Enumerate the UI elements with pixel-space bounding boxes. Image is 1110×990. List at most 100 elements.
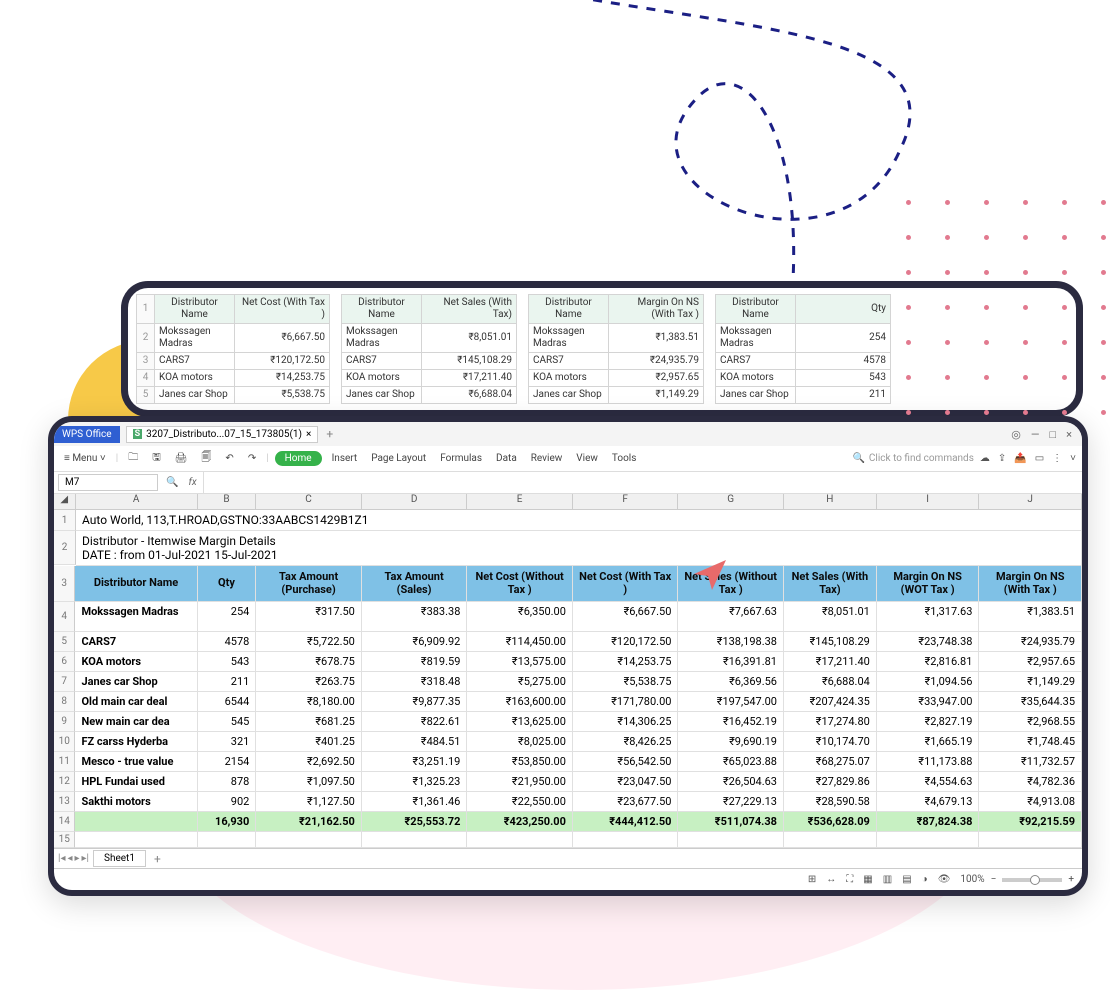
value-cell[interactable]: ₹207,424.35 (784, 692, 877, 712)
share-icon[interactable]: ⇪ (998, 453, 1006, 464)
print-preview-icon[interactable]: 🗐 (197, 448, 215, 469)
value-cell[interactable]: ₹819.59 (362, 652, 468, 672)
tab-data[interactable]: Data (492, 451, 521, 466)
distributor-name[interactable]: CARS7 (75, 632, 197, 652)
value-cell[interactable]: ₹53,850.00 (467, 752, 573, 772)
zoom-in-button[interactable]: + (1068, 874, 1074, 885)
value-cell[interactable]: ₹1,361.46 (362, 792, 468, 812)
spreadsheet-grid[interactable]: ◢ ABCDEFGHIJ 1Auto World, 113,T.HROAD,GS… (54, 494, 1082, 848)
value-cell[interactable]: ₹16,452.19 (678, 712, 784, 732)
more-icon[interactable]: ⋮ (1052, 453, 1062, 464)
value-cell[interactable]: ₹114,450.00 (467, 632, 573, 652)
value-cell[interactable]: ₹6,688.04 (784, 672, 877, 692)
total-cell[interactable]: ₹87,824.38 (877, 812, 980, 832)
value-cell[interactable]: ₹678.75 (256, 652, 362, 672)
value-cell[interactable]: ₹1,748.45 (979, 732, 1082, 752)
formula-input[interactable] (203, 472, 1082, 493)
value-cell[interactable]: ₹484.51 (362, 732, 468, 752)
sign-in-icon[interactable]: ◎ (1011, 428, 1021, 441)
value-cell[interactable]: ₹5,722.50 (256, 632, 362, 652)
total-cell[interactable]: ₹21,162.50 (256, 812, 362, 832)
close-window-icon[interactable]: × (1066, 428, 1072, 441)
total-cell[interactable]: ₹92,215.59 (979, 812, 1082, 832)
value-cell[interactable]: 545 (198, 712, 257, 732)
fx-icon[interactable]: fx (182, 477, 202, 488)
total-cell[interactable]: ₹423,250.00 (467, 812, 573, 832)
value-cell[interactable]: 254 (198, 602, 257, 632)
sheet-nav-next-icon[interactable]: ▸ (75, 853, 80, 864)
column-header[interactable]: Net Sales (With Tax) (784, 566, 877, 602)
column-header[interactable]: Tax Amount (Sales) (362, 566, 468, 602)
value-cell[interactable]: 6544 (198, 692, 257, 712)
value-cell[interactable]: ₹16,391.81 (678, 652, 784, 672)
open-icon[interactable]: 🗀 (124, 448, 142, 469)
value-cell[interactable]: ₹17,211.40 (784, 652, 877, 672)
name-box[interactable]: M7 (58, 474, 158, 491)
new-tab-button[interactable]: + (318, 425, 341, 443)
value-cell[interactable]: ₹263.75 (256, 672, 362, 692)
undo-icon[interactable]: ↶ (221, 451, 237, 466)
command-search[interactable]: 🔍 Click to find commands (852, 453, 973, 464)
distributor-name[interactable]: Janes car Shop (75, 672, 197, 692)
value-cell[interactable]: ₹822.61 (362, 712, 468, 732)
distributor-name[interactable]: HPL Fundai used (75, 772, 197, 792)
distributor-name[interactable]: New main car dea (75, 712, 197, 732)
sheet-nav-first-icon[interactable]: |◂ (58, 853, 65, 864)
tab-home[interactable]: Home (275, 451, 322, 466)
select-all-corner[interactable]: ◢ (54, 494, 76, 509)
value-cell[interactable]: ₹27,829.86 (784, 772, 877, 792)
value-cell[interactable]: ₹1,325.23 (362, 772, 468, 792)
value-cell[interactable]: ₹4,782.36 (979, 772, 1082, 792)
value-cell[interactable]: ₹1,094.56 (877, 672, 980, 692)
value-cell[interactable]: ₹6,667.50 (573, 602, 679, 632)
column-header[interactable]: Margin On NS (WOT Tax ) (877, 566, 980, 602)
column-header[interactable]: Tax Amount (Purchase) (256, 566, 362, 602)
value-cell[interactable]: ₹10,174.70 (784, 732, 877, 752)
status-icon-1[interactable]: ⊞ (808, 874, 816, 885)
value-cell[interactable]: ₹1,317.63 (877, 602, 980, 632)
value-cell[interactable]: 2154 (198, 752, 257, 772)
value-cell[interactable]: ₹383.38 (362, 602, 468, 632)
value-cell[interactable]: ₹6,909.92 (362, 632, 468, 652)
value-cell[interactable]: ₹4,554.63 (877, 772, 980, 792)
cloud-icon[interactable]: ☁︎ (980, 453, 990, 464)
distributor-name[interactable]: FZ carss Hyderba (75, 732, 197, 752)
sheet-nav-last-icon[interactable]: ▸| (82, 853, 89, 864)
value-cell[interactable]: ₹24,935.79 (979, 632, 1082, 652)
column-header[interactable]: Net Cost (With Tax ) (573, 566, 679, 602)
value-cell[interactable]: ₹317.50 (256, 602, 362, 632)
value-cell[interactable]: ₹681.25 (256, 712, 362, 732)
value-cell[interactable]: ₹11,732.57 (979, 752, 1082, 772)
view-pagebreak-icon[interactable]: ▤ (902, 874, 911, 885)
add-sheet-button[interactable]: + (146, 850, 169, 868)
value-cell[interactable]: ₹171,780.00 (573, 692, 679, 712)
value-cell[interactable]: ₹23,047.50 (573, 772, 679, 792)
distributor-name[interactable]: Sakthi motors (75, 792, 197, 812)
value-cell[interactable]: ₹163,600.00 (467, 692, 573, 712)
sheet-nav-prev-icon[interactable]: ◂ (67, 853, 72, 864)
distributor-name[interactable]: Mesco - true value (75, 752, 197, 772)
value-cell[interactable]: ₹2,957.65 (979, 652, 1082, 672)
tab-review[interactable]: Review (527, 451, 567, 466)
value-cell[interactable]: ₹9,877.35 (362, 692, 468, 712)
value-cell[interactable]: ₹1,097.50 (256, 772, 362, 792)
total-cell[interactable]: ₹511,074.38 (678, 812, 784, 832)
zoom-slider[interactable] (1002, 878, 1062, 882)
minimize-icon[interactable]: — (1031, 428, 1040, 441)
value-cell[interactable]: ₹7,667.63 (678, 602, 784, 632)
value-cell[interactable]: ₹28,590.58 (784, 792, 877, 812)
value-cell[interactable]: ₹197,547.00 (678, 692, 784, 712)
fullscreen-icon[interactable]: ⛶ (846, 874, 853, 885)
theme-icon[interactable]: ◑ (922, 874, 928, 885)
value-cell[interactable]: ₹4,913.08 (979, 792, 1082, 812)
value-cell[interactable]: ₹5,275.00 (467, 672, 573, 692)
menu-button[interactable]: ≡ Menu ˅ (60, 451, 110, 466)
value-cell[interactable]: ₹8,426.25 (573, 732, 679, 752)
save-icon[interactable]: 🖫 (148, 448, 165, 469)
value-cell[interactable]: ₹2,968.55 (979, 712, 1082, 732)
value-cell[interactable]: 4578 (198, 632, 257, 652)
collapse-ribbon-icon[interactable]: ˅ (1070, 453, 1076, 464)
value-cell[interactable]: 878 (198, 772, 257, 792)
value-cell[interactable]: ₹13,625.00 (467, 712, 573, 732)
sheet-tab[interactable]: Sheet1 (93, 850, 146, 867)
